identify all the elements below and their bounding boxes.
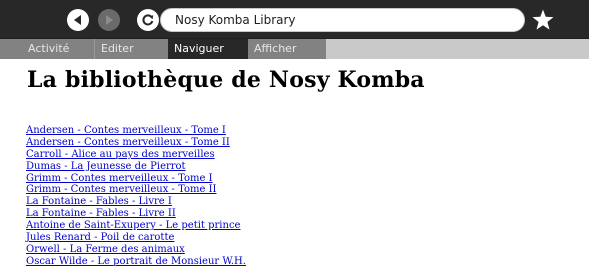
forward-button[interactable] — [98, 9, 120, 31]
tab-editer[interactable]: Editer — [94, 39, 168, 59]
list-item: Grimm - Contes merveilleux - Tome I — [26, 170, 246, 184]
book-link[interactable]: Oscar Wilde - Le portrait de Monsieur W.… — [26, 256, 246, 267]
page-title: La bibliothèque de Nosy Komba — [27, 67, 425, 93]
back-button[interactable] — [67, 9, 89, 31]
tab-spacer — [0, 39, 22, 59]
book-list: Andersen - Contes merveilleux - Tome I A… — [26, 122, 246, 267]
browser-toolbar: Nosy Komba Library — [0, 0, 589, 39]
toolbar-tabs: Activité Editer Naviguer Afficher — [0, 39, 589, 59]
list-item: Andersen - Contes merveilleux - Tome II — [26, 134, 246, 148]
tab-afficher[interactable]: Afficher — [248, 39, 326, 59]
back-icon — [74, 15, 81, 25]
list-item: La Fontaine - Fables - Livre II — [26, 205, 246, 219]
reload-icon — [142, 14, 154, 26]
list-item: Antoine de Saint-Exupery - Le petit prin… — [26, 217, 246, 231]
forward-icon — [106, 15, 113, 25]
list-item: Grimm - Contes merveilleux - Tome II — [26, 181, 246, 195]
url-input[interactable]: Nosy Komba Library — [160, 8, 525, 32]
list-item: Oscar Wilde - Le portrait de Monsieur W.… — [26, 253, 246, 267]
tab-naviguer[interactable]: Naviguer — [168, 39, 248, 59]
list-item: Orwell - La Ferme des animaux — [26, 241, 246, 255]
reload-button[interactable] — [137, 9, 159, 31]
star-icon[interactable] — [531, 8, 555, 32]
list-item: Andersen - Contes merveilleux - Tome I — [26, 122, 246, 136]
list-item: Carroll - Alice au pays des merveilles — [26, 146, 246, 160]
tab-activite[interactable]: Activité — [22, 39, 94, 59]
